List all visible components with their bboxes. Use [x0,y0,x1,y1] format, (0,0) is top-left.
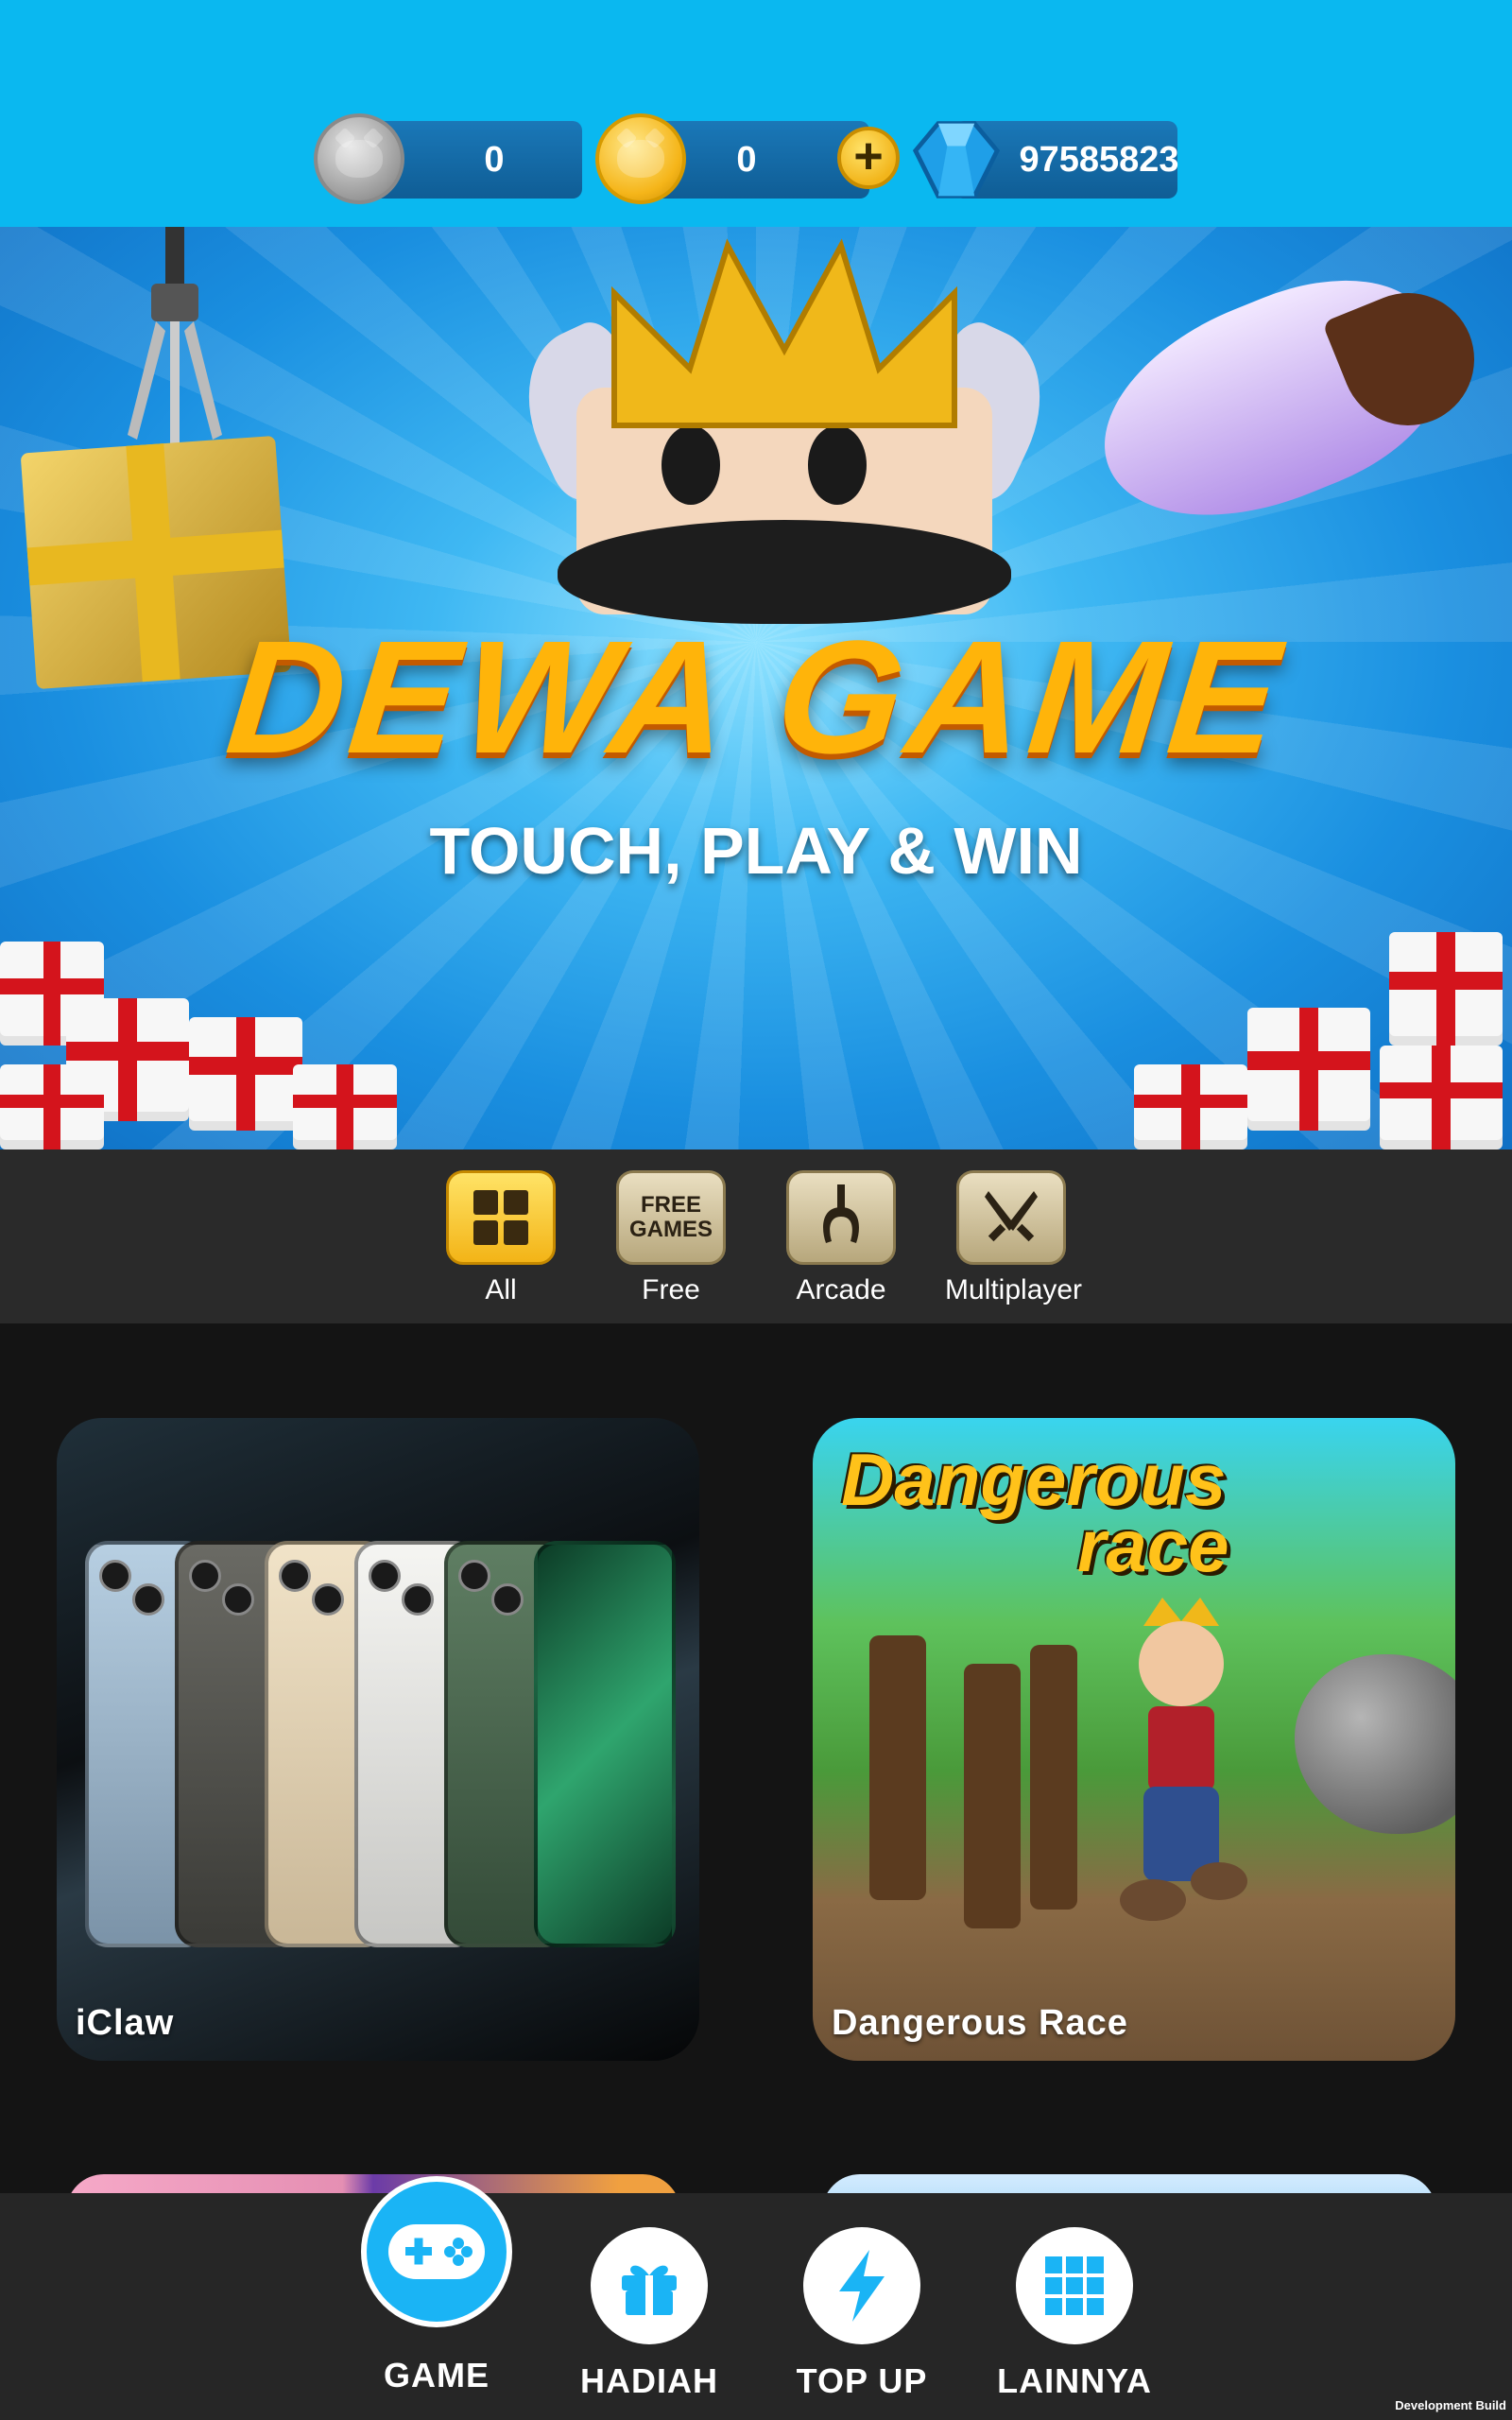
gift-pile-right [1115,904,1512,1150]
banner-subtitle: TOUCH, PLAY & WIN [429,814,1083,888]
gift-pile-left [0,904,416,1150]
silver-pig-coin-icon [314,113,404,204]
game-card-iclaw[interactable]: iClaw [57,1418,699,2061]
nav-label: LAINNYA [997,2361,1152,2400]
gold-pig-coin-icon [595,113,686,204]
category-all[interactable]: All [435,1170,567,1306]
nav-top-up[interactable]: TOP UP [767,2227,956,2401]
category-filter-bar: All FREE GAMES Free Arcade Multiplayer [0,1150,1512,1323]
category-label: All [485,1274,517,1305]
nav-hadiah[interactable]: HADIAH [555,2227,744,2401]
bottom-navigation: GAME HADIAH TOP UP LAINNYA [0,2176,1512,2420]
grid-icon [446,1170,556,1265]
nav-label: TOP UP [796,2361,928,2400]
crown-icon [611,238,957,428]
claw-icon [786,1170,896,1265]
gamepad-icon [361,2176,512,2327]
silver-pig-value: 0 [484,139,505,180]
category-arcade[interactable]: Arcade [775,1170,907,1306]
nav-lainnya[interactable]: LAINNYA [980,2227,1169,2401]
gift-icon [591,2227,708,2344]
add-currency-button[interactable]: + [837,127,900,189]
banner-title: DEWA GAME [219,608,1293,787]
category-multiplayer[interactable]: Multiplayer [945,1170,1083,1306]
category-label: Arcade [796,1274,886,1305]
free-games-icon: FREE GAMES [616,1170,726,1265]
lightning-icon [803,2227,920,2344]
nav-label: GAME [384,2356,490,2394]
currency-bar: 0 0 + 97585823 [0,0,1512,227]
runner-character [1120,1598,1247,1921]
boulder [1295,1654,1455,1834]
gems-value: 97585823 [1019,139,1179,180]
category-free[interactable]: FREE GAMES Free [605,1170,737,1306]
dangerous-race-logo: Dangerous race [841,1438,1229,1587]
game-title: Dangerous Race [832,2003,1128,2043]
gold-pig-value: 0 [736,139,757,180]
category-label: Multiplayer [945,1274,1083,1305]
nav-game[interactable]: GAME [342,2176,531,2395]
game-title: iClaw [76,2003,175,2043]
category-label: Free [642,1274,700,1305]
apps-grid-icon [1016,2227,1133,2344]
promo-banner[interactable]: DEWA GAME TOUCH, PLAY & WIN [0,227,1512,1150]
gem-icon [912,121,1001,199]
app-root: 0 0 + 97585823 DEWA GAME TOUCH, PLAY & W… [0,0,1512,2420]
game-card-dangerous-race[interactable]: Dangerous race Dangerous Race [813,1418,1455,2061]
development-build-label: Development Build [1395,2398,1506,2412]
crossed-swords-icon [956,1170,1066,1265]
nav-label: HADIAH [580,2361,718,2400]
